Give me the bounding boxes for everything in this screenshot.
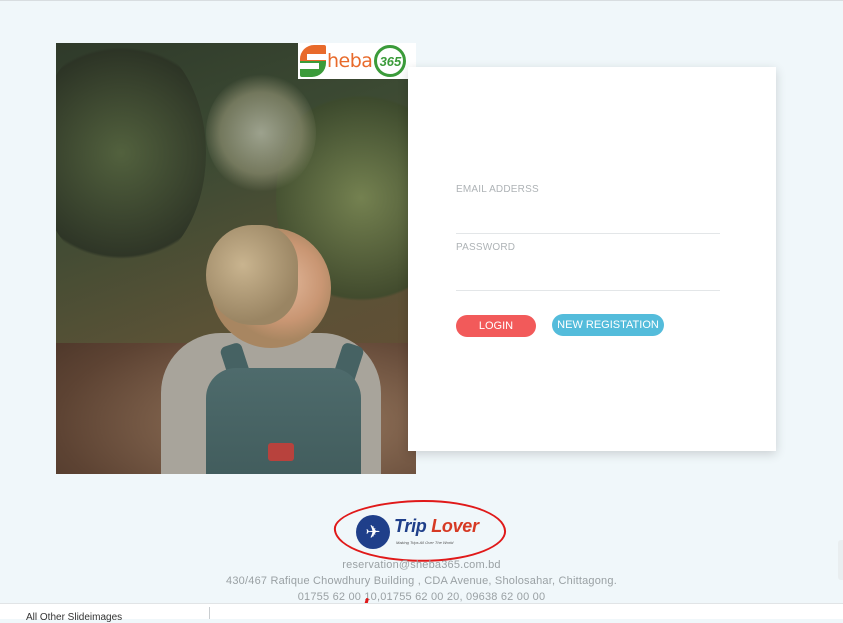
- photo-light-spot: [206, 73, 316, 193]
- bottom-bar-separator: [209, 607, 210, 619]
- sheba365-logo: heba 365: [298, 43, 416, 79]
- photo-backpack-patch: [268, 443, 294, 461]
- bottom-bar: All Other Slideimages: [0, 603, 843, 623]
- photo-foliage-left: [56, 43, 206, 273]
- logo-word: heba: [327, 50, 373, 72]
- new-registration-button[interactable]: NEW REGISTATION: [552, 314, 664, 336]
- email-label: EMAIL ADDERSS: [456, 184, 539, 195]
- hero-photo: [56, 43, 416, 474]
- footer-email: reservation@sheba365.com.bd: [342, 559, 501, 571]
- password-field[interactable]: [456, 268, 720, 291]
- email-field[interactable]: [456, 211, 720, 234]
- trip-lover-tagline: Making Trips All Over The World: [396, 540, 454, 545]
- sheba-s-mark-icon: [300, 45, 326, 77]
- logo-number-badge: 365: [374, 45, 407, 77]
- trip-lover-name: Trip Lover: [394, 516, 479, 536]
- trip-lover-logo: ✈ Trip Lover Making Trips All Over The W…: [332, 497, 508, 565]
- airplane-icon: ✈: [356, 515, 390, 549]
- login-card: EMAIL ADDERSS PASSWORD LOGIN NEW REGISTA…: [408, 67, 776, 451]
- password-label: PASSWORD: [456, 242, 516, 253]
- login-button[interactable]: LOGIN: [456, 315, 536, 337]
- photo-hiker-hair: [206, 225, 298, 325]
- footer-phones: 01755 62 00 10,01755 62 00 20, 09638 62 …: [297, 591, 546, 603]
- top-divider: [0, 0, 843, 1]
- scrollbar-edge[interactable]: [838, 540, 843, 580]
- footer-address: 430/467 Rafique Chowdhury Building , CDA…: [226, 575, 617, 587]
